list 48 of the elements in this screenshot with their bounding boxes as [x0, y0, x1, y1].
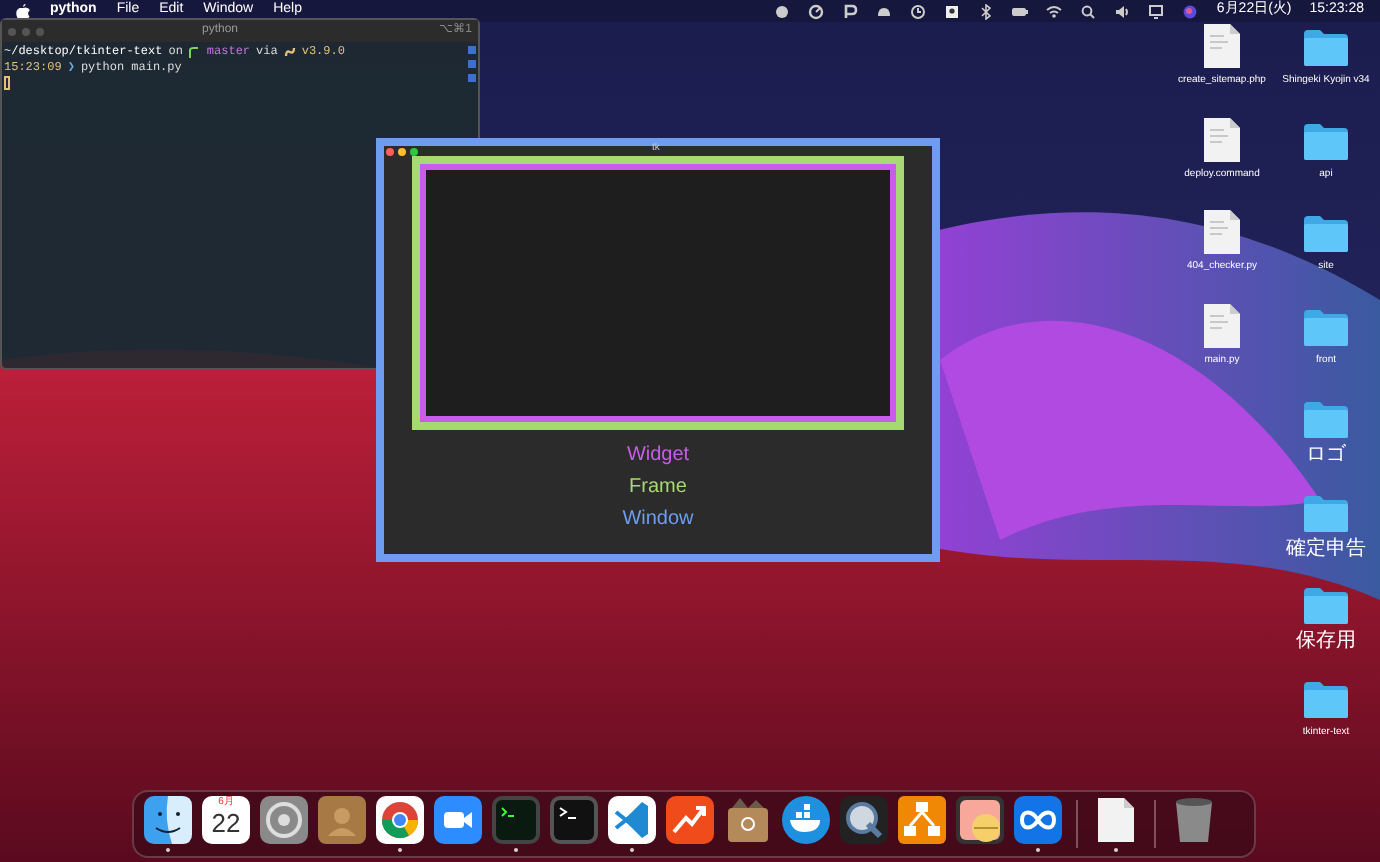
- file-label[interactable]: ロゴ: [1280, 446, 1372, 466]
- terminal-icon[interactable]: [550, 796, 598, 844]
- text-cursor: [4, 76, 10, 90]
- folder-icon[interactable]: [1302, 400, 1350, 440]
- battery-icon[interactable]: [1012, 3, 1029, 19]
- file-label[interactable]: 確定申告: [1280, 539, 1372, 559]
- layer-label: Frame: [629, 474, 687, 502]
- whale-icon[interactable]: [782, 796, 830, 844]
- minimize-button[interactable]: [398, 147, 406, 155]
- infinity-icon[interactable]: [1014, 796, 1062, 844]
- gauge-icon[interactable]: [808, 3, 825, 19]
- day-number: 22: [211, 808, 241, 838]
- orb-icon[interactable]: [1182, 3, 1199, 19]
- layer-label: Widget: [626, 442, 690, 470]
- layer-label: Window: [622, 506, 694, 534]
- box-icon[interactable]: [724, 796, 772, 844]
- wifi-icon[interactable]: [1046, 3, 1063, 19]
- gear-icon[interactable]: [260, 796, 308, 844]
- magnifier-icon[interactable]: [840, 796, 888, 844]
- folder-icon[interactable]: [1302, 586, 1350, 626]
- file-icon[interactable]: [1204, 210, 1240, 254]
- branch-icon: [188, 46, 201, 58]
- search-icon[interactable]: [1080, 3, 1097, 19]
- browser-icon[interactable]: [376, 796, 424, 844]
- scroll-marker: [468, 46, 476, 54]
- address-book-icon[interactable]: [318, 796, 366, 844]
- scroll-marker: [468, 60, 476, 68]
- trash-icon[interactable]: [1170, 796, 1218, 844]
- display-icon[interactable]: [1148, 3, 1165, 19]
- folder-icon[interactable]: [1302, 214, 1350, 254]
- file-label[interactable]: 保存用: [1280, 632, 1372, 652]
- ribbon-logo-icon[interactable]: [608, 796, 656, 844]
- folder-icon[interactable]: [1302, 28, 1350, 68]
- letter-p-icon[interactable]: [842, 3, 859, 19]
- document-icon[interactable]: [1092, 796, 1140, 844]
- video-camera-icon[interactable]: [434, 796, 482, 844]
- file-icon[interactable]: [1204, 24, 1240, 68]
- scroll-marker: [468, 74, 476, 82]
- zoom-button[interactable]: [410, 147, 418, 155]
- flowchart-icon[interactable]: [898, 796, 946, 844]
- file-icon[interactable]: [1204, 117, 1240, 161]
- smiling-face-icon[interactable]: [144, 796, 192, 844]
- apple-logo-icon[interactable]: [16, 3, 30, 19]
- close-button[interactable]: [386, 147, 394, 155]
- volume-icon[interactable]: [1114, 3, 1131, 19]
- clock-icon[interactable]: [910, 3, 927, 19]
- coin-icon[interactable]: [956, 796, 1004, 844]
- bluetooth-icon[interactable]: [978, 3, 995, 19]
